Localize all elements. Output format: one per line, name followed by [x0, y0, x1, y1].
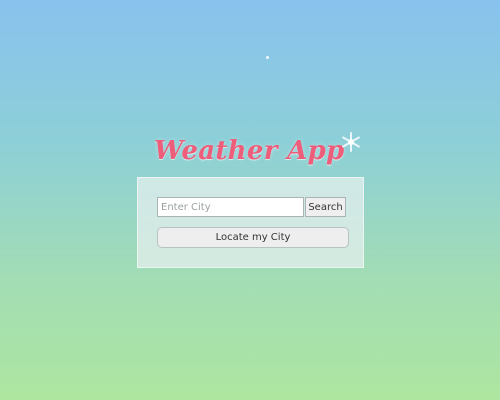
search-button[interactable]: Search — [305, 197, 346, 217]
city-input[interactable] — [157, 197, 304, 217]
search-panel: Search Locate my City — [137, 177, 364, 268]
background-sparkle — [266, 56, 269, 59]
app-title: Weather App — [154, 136, 345, 166]
app-header: Weather App — [154, 132, 374, 169]
locate-my-city-button[interactable]: Locate my City — [157, 227, 349, 248]
snowflake-icon — [342, 132, 360, 152]
